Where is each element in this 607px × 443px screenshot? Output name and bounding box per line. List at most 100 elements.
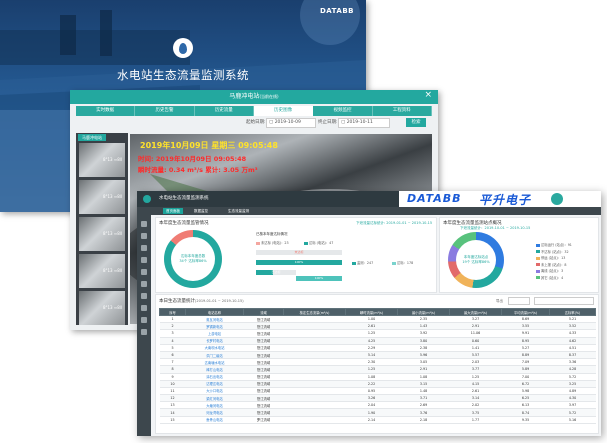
station-name-link[interactable]: 达南塘水电站	[185, 358, 244, 367]
table-cell: 1.77	[449, 416, 502, 424]
table-row[interactable]: 15 鱼骨山电站 罗江流域 2.14 2.18 1.77 9.35 5.16	[159, 416, 596, 424]
station-name-link[interactable]: 达理达电站	[185, 380, 244, 388]
station-name-link[interactable]: 大沙口电站	[185, 387, 244, 396]
table-cell: 1.08	[345, 373, 398, 381]
image-thumbnail[interactable]: 8°13 ≈8ll	[79, 180, 125, 214]
menu-icon[interactable]	[141, 293, 147, 299]
table-cell: 2.30	[345, 358, 398, 367]
nav-tab[interactable]: 生态流量监测	[225, 208, 252, 214]
compliance-bar: 100%	[256, 260, 342, 265]
image-thumbnail[interactable]: 8°13 ≈8ll	[79, 143, 125, 177]
station-name-link[interactable]: 涂石出电站	[185, 373, 244, 381]
menu-icon[interactable]	[141, 257, 147, 263]
table-cell: 12	[159, 394, 186, 403]
compliance-panel: 本年度生态流量监管情况 下泄流量达标统计: 2019-01-01 ~ 2019-…	[155, 217, 437, 293]
dialog-tab[interactable]: 历史图像	[253, 106, 314, 116]
table-cell: 1.08	[397, 373, 450, 381]
station-name-link[interactable]: 梁红河电站	[185, 394, 244, 403]
menu-icon[interactable]	[141, 245, 147, 251]
table-row[interactable]: 7 达南塘水电站 怒江流域 2.30 3.05 2.03 7.09 3.36	[159, 358, 596, 367]
nav-tab[interactable]: 首页面板	[163, 208, 183, 214]
compliance-bar-label: 已达标	[271, 270, 281, 274]
table-range: (2019-01-01 ~ 2019-10-15)	[195, 299, 244, 303]
station-name-link[interactable]: 棒打山电站	[185, 365, 244, 374]
table-row[interactable]: 11 大沙口电站 怒江流域 0.95 1.48 2.61 5.98 4.89	[159, 387, 596, 396]
thumbnail-label: 8°13 ≈8ll	[102, 268, 122, 273]
dialog-tab[interactable]: 工程资料	[373, 106, 432, 116]
table-row[interactable]: 2 罗锅新电站 怒江流域 2.61 1.43 2.91 3.55 3.52	[159, 322, 596, 331]
station-name-link[interactable]: 大南坝水电站	[185, 344, 244, 352]
donut2-value: 19个 达标率86%	[462, 260, 490, 264]
table-row[interactable]: 14 河龙湾电站 怒江流域 1.90 3.76 3.75 8.74 5.72	[159, 408, 596, 417]
menu-icon[interactable]	[141, 317, 147, 323]
station-name-link[interactable]: 鱼骨山电站	[185, 416, 244, 424]
export-select[interactable]	[508, 297, 530, 305]
image-thumbnail[interactable]: 8°13 ≈8ll	[79, 254, 125, 288]
station-panel-note: 下泄流量统计：2019-10-01 ~ 2019-10-15	[460, 226, 531, 230]
dialog-tab[interactable]: 历史流量	[195, 106, 254, 116]
table-row[interactable]: 9 涂石出电站 怒江流域 1.08 1.08 1.25 7.00 5.72	[159, 373, 596, 381]
table-row[interactable]: 12 梁红河电站 怒江流域 3.26 3.71 3.14 6.25 4.30	[159, 394, 596, 403]
table-row[interactable]: 4 长罗村电站 怒江流域 4.25 3.80 0.60 8.95 4.62	[159, 337, 596, 345]
table-cell: 9.35	[501, 416, 550, 424]
table-row[interactable]: 8 棒打山电站 怒江流域 1.25 2.91 3.77 5.89 4.28	[159, 365, 596, 374]
table-cell: 8.69	[501, 315, 550, 324]
menu-icon[interactable]	[141, 221, 147, 227]
table-cell: 0.95	[345, 387, 398, 396]
table-row[interactable]: 6 洪门二级站 怒江流域 5.14 5.96 5.57 8.89 8.37	[159, 351, 596, 360]
table-cell: 怒江流域	[243, 315, 284, 324]
table-cell: 3.77	[449, 365, 502, 374]
export-label: 导出	[496, 299, 503, 303]
table-row[interactable]: 5 大南坝水电站 怒江流域 2.29 2.38 1.41 5.27 4.51	[159, 344, 596, 352]
table-cell: 3.80	[397, 337, 450, 345]
table-cell: 3.14	[449, 394, 502, 403]
station-name-link[interactable]: 河龙湾电站	[185, 408, 244, 417]
table-cell: 3.97	[549, 401, 596, 410]
dialog-tab[interactable]: 视频监控	[313, 106, 373, 116]
compliance-panel-note: 下泄流量达标统计: 2019-01-01 ~ 2019-10-15	[356, 221, 433, 225]
table-cell: 7.00	[501, 373, 550, 381]
menu-icon[interactable]	[141, 305, 147, 311]
table-cell: 8.74	[501, 408, 550, 417]
dashboard-window: 水电站生态流量监测系统 DATABB 平升电子 首页面板 数据监控 生态流量监测 本…	[137, 191, 601, 436]
compliance-donut-chart: 达标本年度总数 34个 达标率86%	[164, 230, 222, 288]
table-cell	[283, 394, 346, 403]
image-thumbnail[interactable]: 8°13 ≈8ll	[79, 217, 125, 251]
close-icon[interactable]: ×	[424, 90, 432, 100]
table-row[interactable]: 3 上游电站 怒江流域 1.25 3.92 11.06 9.91 4.33	[159, 329, 596, 338]
start-date-input[interactable]: ▢ 2019-10-09	[266, 118, 316, 128]
table-cell: 3.55	[501, 322, 550, 331]
user-avatar-icon[interactable]	[551, 193, 563, 205]
table-row[interactable]: 10 达理达电站 怒江流域 2.22 3.15 4.15 6.72 3.25	[159, 380, 596, 388]
station-name-link[interactable]: 奥瓦河电站	[185, 315, 244, 324]
nav-tab[interactable]: 数据监控	[191, 208, 211, 214]
table-cell: 怒江流域	[243, 365, 284, 374]
search-input[interactable]	[534, 297, 594, 305]
query-button[interactable]: 检索	[406, 118, 426, 127]
table-cell: 6	[159, 351, 186, 360]
station-name-link[interactable]: 大塘河电站	[185, 401, 244, 410]
table-cell: 1.25	[345, 365, 398, 374]
table-cell: 15	[159, 416, 186, 424]
image-thumbnail[interactable]: 8°13 ≈8ll	[79, 291, 125, 325]
legend-swatch	[304, 241, 308, 245]
station-name-link[interactable]: 长罗村电站	[185, 337, 244, 345]
station-name-link[interactable]: 洪门二级站	[185, 351, 244, 360]
table-cell: 7.09	[501, 358, 550, 367]
end-date-input[interactable]: ▢ 2019-10-11	[338, 118, 390, 128]
table-cell: 1.25	[345, 329, 398, 338]
table-cell: 14	[159, 408, 186, 417]
menu-icon[interactable]	[141, 329, 147, 335]
table-row[interactable]: 1 奥瓦河电站 怒江流域 1.00 2.35 3.27 8.69 5.21	[159, 315, 596, 324]
menu-icon[interactable]	[141, 281, 147, 287]
table-cell	[283, 401, 346, 410]
table-cell: 2.35	[397, 315, 450, 324]
table-cell: 怒江流域	[243, 351, 284, 360]
menu-icon[interactable]	[141, 233, 147, 239]
dialog-tab[interactable]: 历史告警	[135, 106, 195, 116]
station-name-link[interactable]: 罗锅新电站	[185, 322, 244, 331]
menu-icon[interactable]	[141, 269, 147, 275]
dialog-tab[interactable]: 实时数据	[76, 106, 136, 116]
station-name-link[interactable]: 上游电站	[185, 329, 244, 338]
table-row[interactable]: 13 大塘河电站 怒江流域 2.04 2.69 2.02 6.13 3.97	[159, 401, 596, 410]
